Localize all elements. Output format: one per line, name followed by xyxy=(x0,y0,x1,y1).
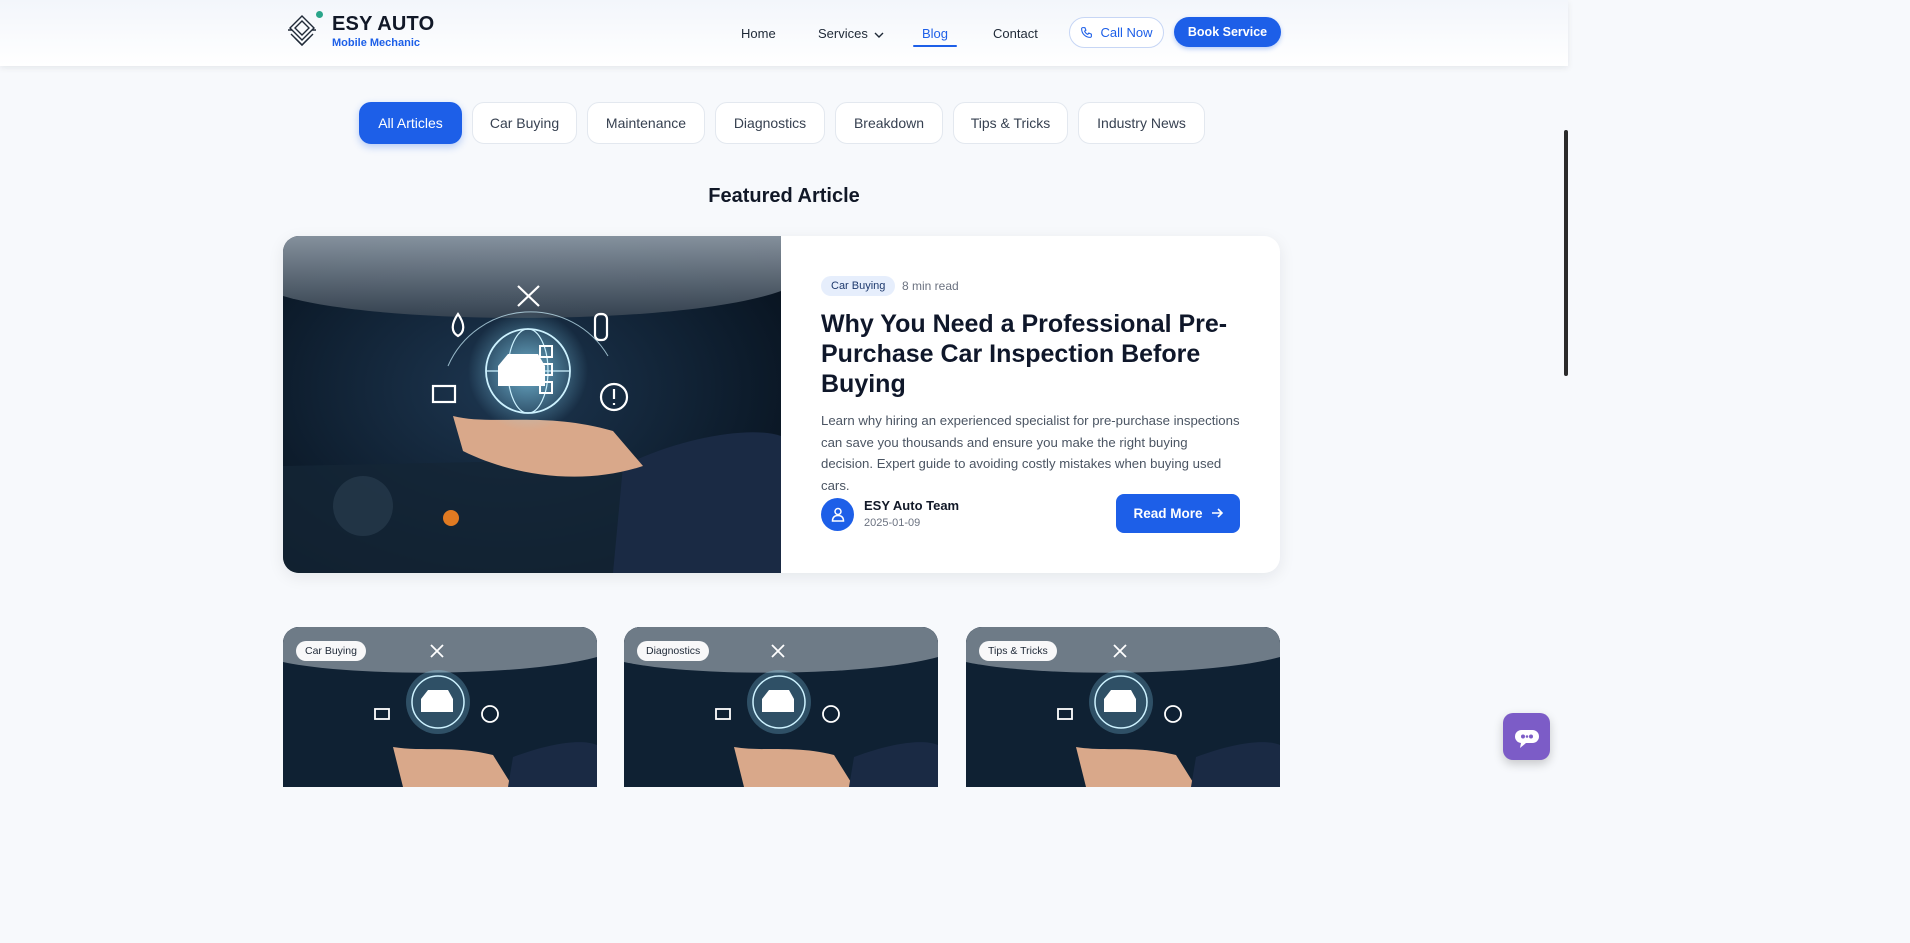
nav-blog-label: Blog xyxy=(922,25,949,41)
logo-icon xyxy=(285,11,323,50)
nav-blog[interactable]: Blog xyxy=(922,0,948,66)
site-header: ESY AUTO Mobile Mechanic Home Services B… xyxy=(0,0,1568,66)
filter-breakdown[interactable]: Breakdown xyxy=(835,102,943,144)
filter-label: Breakdown xyxy=(853,115,925,131)
filter-label: Car Buying xyxy=(489,115,560,131)
filter-label: Diagnostics xyxy=(733,115,807,131)
chat-widget-button[interactable] xyxy=(1503,713,1550,760)
featured-article-card[interactable]: Car Buying 8 min read Why You Need a Pro… xyxy=(283,236,1280,573)
filter-maintenance[interactable]: Maintenance xyxy=(587,102,705,144)
filter-all-articles[interactable]: All Articles xyxy=(359,102,462,144)
featured-article-image xyxy=(283,236,781,573)
read-more-label: Read More xyxy=(1133,506,1203,521)
author-avatar xyxy=(821,498,854,531)
logo-dot xyxy=(316,11,323,18)
filter-tips-tricks[interactable]: Tips & Tricks xyxy=(953,102,1068,144)
arrow-right-icon xyxy=(1211,506,1223,521)
article-card[interactable]: Tips & Tricks xyxy=(966,627,1280,787)
nav-services[interactable]: Services xyxy=(818,0,884,66)
user-icon xyxy=(831,507,844,522)
read-more-button[interactable]: Read More xyxy=(1116,494,1240,533)
call-now-label: Call Now xyxy=(1100,25,1153,40)
featured-author: ESY Auto Team xyxy=(864,498,960,513)
filter-car-buying[interactable]: Car Buying xyxy=(472,102,577,144)
nav-home[interactable]: Home xyxy=(741,0,776,66)
chat-icon xyxy=(1514,729,1539,748)
filter-label: Industry News xyxy=(1097,115,1186,131)
nav-home-label: Home xyxy=(741,25,776,41)
article-card[interactable]: Car Buying xyxy=(283,627,597,787)
nav-services-label: Services xyxy=(818,25,868,41)
nav-contact[interactable]: Contact xyxy=(993,0,1038,66)
featured-read-time: 8 min read xyxy=(902,279,959,293)
brand-logo[interactable]: ESY AUTO Mobile Mechanic xyxy=(285,11,435,50)
brand-title: ESY AUTO xyxy=(332,12,435,35)
section-title: Featured Article xyxy=(708,185,860,207)
article-card[interactable]: Diagnostics xyxy=(624,627,938,787)
phone-icon xyxy=(1081,27,1093,38)
featured-category-badge: Car Buying xyxy=(821,276,896,296)
card-category-badge: Car Buying xyxy=(296,641,366,661)
featured-description: Learn why hiring an experienced speciali… xyxy=(821,413,1240,493)
featured-date: 2025-01-09 xyxy=(864,517,921,529)
filter-label: Maintenance xyxy=(605,115,687,131)
card-category-badge: Diagnostics xyxy=(637,641,710,661)
brand-subtitle: Mobile Mechanic xyxy=(332,36,421,49)
filter-label: Tips & Tricks xyxy=(970,115,1051,131)
book-service-label: Book Service xyxy=(1187,25,1268,39)
scrollbar-thumb[interactable] xyxy=(1564,130,1568,376)
featured-title[interactable]: Why You Need a Professional Pre-Purchase… xyxy=(821,309,1241,399)
nav-contact-label: Contact xyxy=(993,25,1038,41)
filter-label: All Articles xyxy=(378,115,443,131)
filter-diagnostics[interactable]: Diagnostics xyxy=(715,102,825,144)
book-service-button[interactable]: Book Service xyxy=(1174,17,1281,47)
filter-industry-news[interactable]: Industry News xyxy=(1078,102,1205,144)
call-now-button[interactable]: Call Now xyxy=(1069,17,1164,48)
card-category-badge: Tips & Tricks xyxy=(979,641,1057,661)
nav-active-indicator xyxy=(913,45,957,47)
chevron-down-icon xyxy=(874,26,884,41)
